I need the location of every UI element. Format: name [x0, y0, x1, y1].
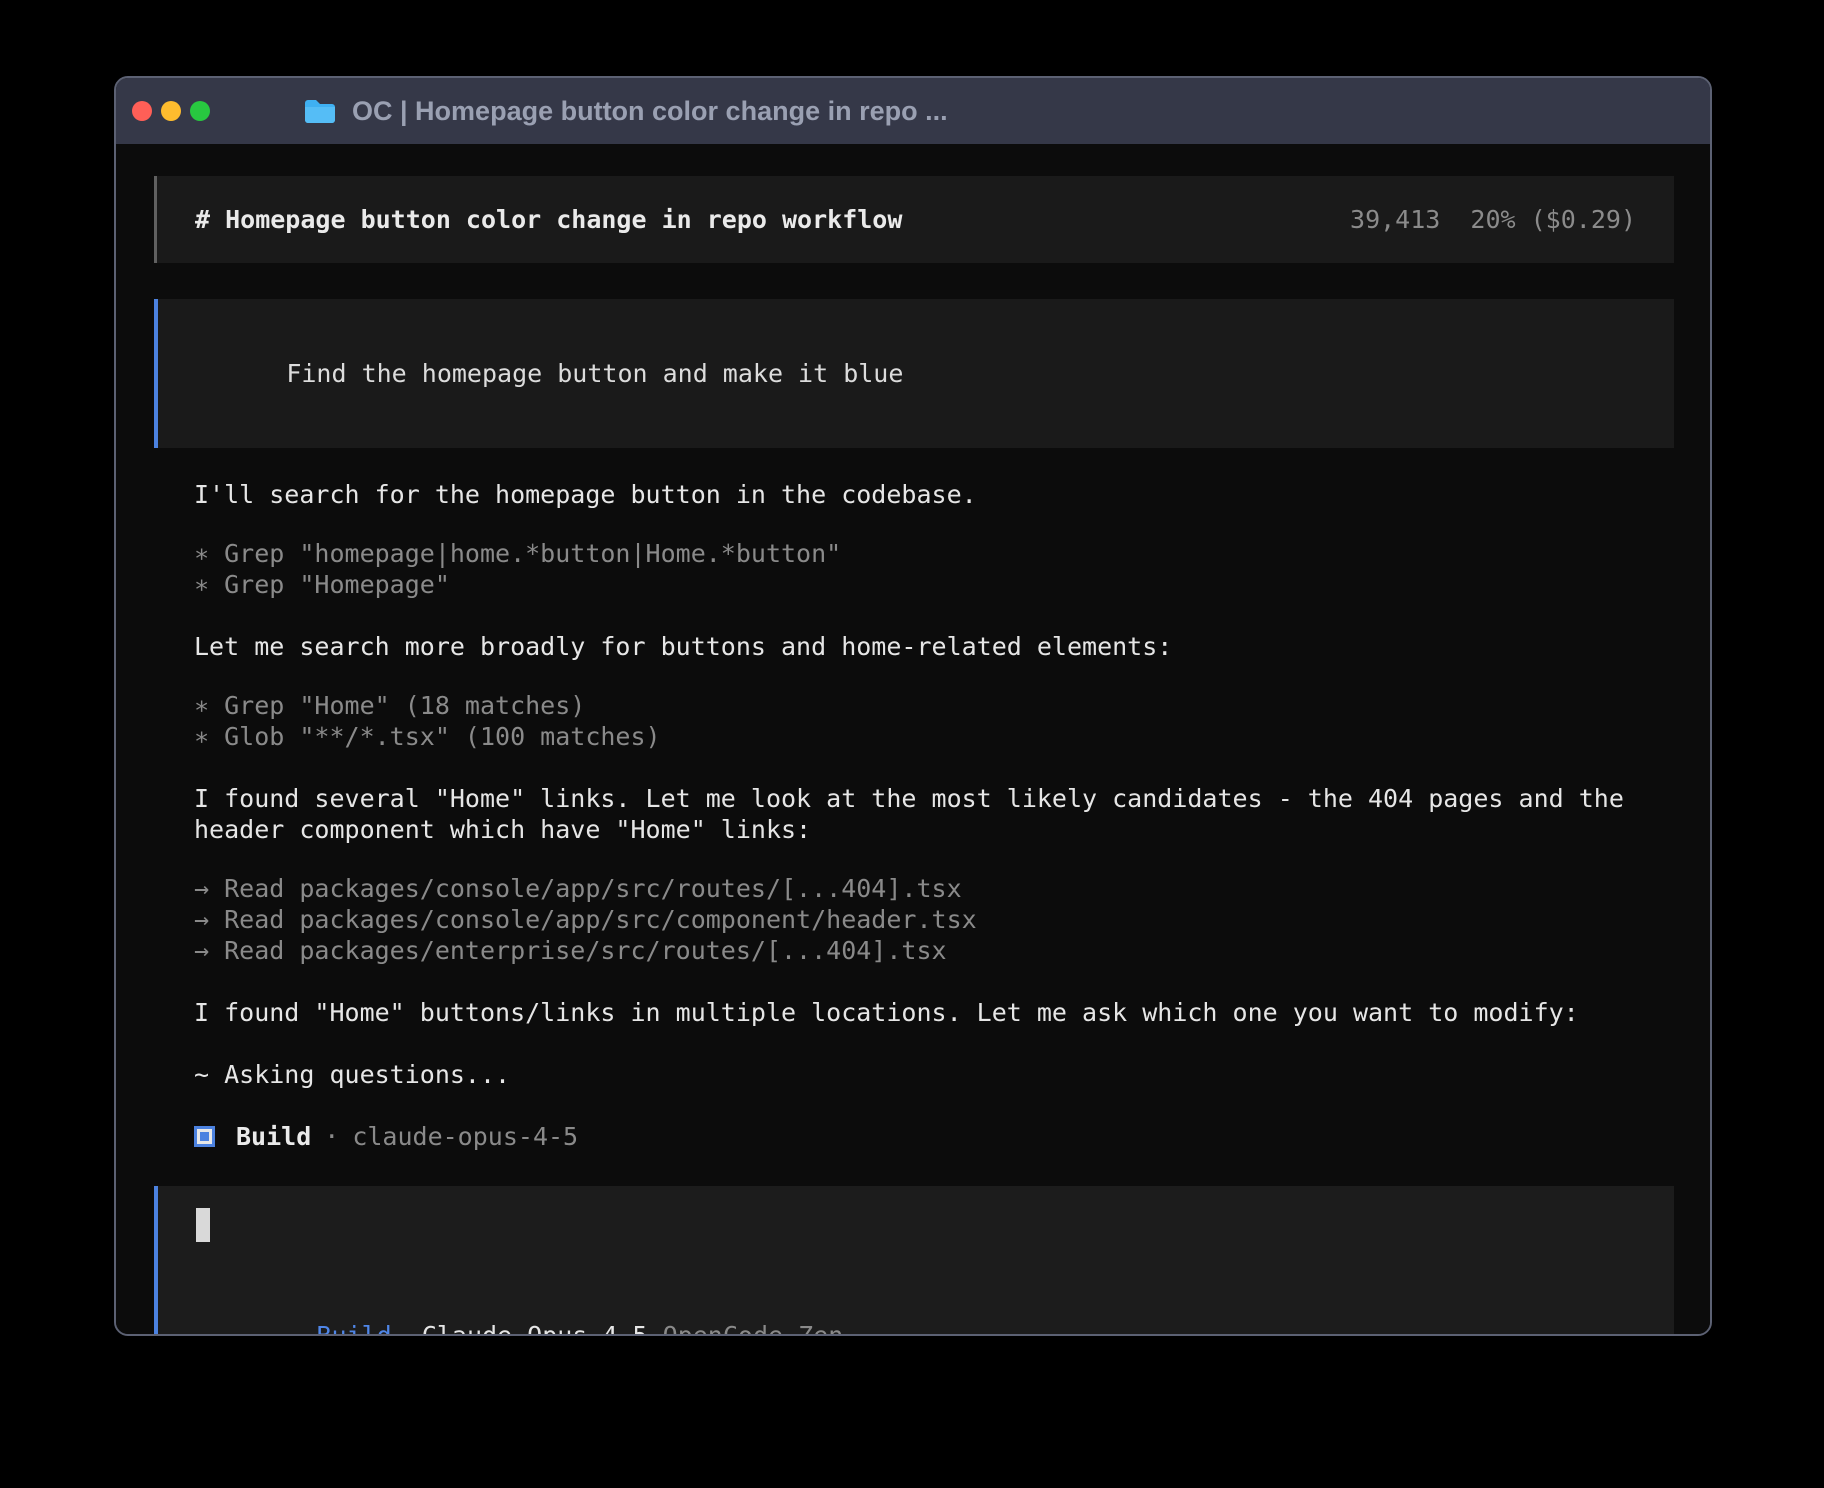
close-button[interactable] [132, 101, 152, 121]
zoom-button[interactable] [190, 101, 210, 121]
agent-name: Build [236, 1121, 311, 1152]
assistant-transcript: I'll search for the homepage button in t… [154, 448, 1674, 1152]
spacer [392, 1321, 422, 1336]
tool-call-read: → Read packages/console/app/src/componen… [194, 904, 1674, 935]
agent-separator: · [324, 1121, 339, 1152]
tool-call-glob: ∗ Glob "**/*.tsx" (100 matches) [194, 721, 1674, 752]
assistant-text: I found "Home" buttons/links in multiple… [194, 997, 1674, 1028]
assistant-working-status: ~ Asking questions... [194, 1059, 1674, 1090]
folder-icon [303, 98, 337, 125]
tool-call-group: ∗ Grep "Home" (18 matches) ∗ Glob "**/*.… [194, 690, 1674, 752]
spacer [648, 1321, 663, 1336]
input-meta-row: Build Claude Opus 4.5 OpenCode Zen [196, 1289, 1636, 1336]
tool-call-grep: ∗ Grep "Home" (18 matches) [194, 690, 1674, 721]
tool-call-group: ∗ Grep "homepage|home.*button|Home.*butt… [194, 538, 1674, 600]
text-cursor [196, 1208, 210, 1242]
window-title: OC | Homepage button color change in rep… [352, 96, 948, 127]
titlebar[interactable]: OC | Homepage button color change in rep… [116, 78, 1710, 144]
session-title: # Homepage button color change in repo w… [195, 204, 902, 235]
agent-model: claude-opus-4-5 [352, 1121, 578, 1152]
session-header: # Homepage button color change in repo w… [154, 176, 1674, 263]
input-agent-label[interactable]: Build [316, 1321, 391, 1336]
user-message-text: Find the homepage button and make it blu… [286, 359, 903, 388]
user-message: Find the homepage button and make it blu… [154, 299, 1674, 448]
tool-call-group: → Read packages/console/app/src/routes/[… [194, 873, 1674, 966]
assistant-text: I'll search for the homepage button in t… [194, 479, 1674, 510]
tool-call-grep: ∗ Grep "homepage|home.*button|Home.*butt… [194, 538, 1674, 569]
tool-call-read: → Read packages/enterprise/src/routes/[.… [194, 935, 1674, 966]
input-model-label[interactable]: Claude Opus 4.5 [422, 1321, 648, 1336]
input-provider-label: OpenCode Zen [663, 1321, 844, 1336]
assistant-text: I found several "Home" links. Let me loo… [194, 783, 1674, 845]
tool-call-grep: ∗ Grep "Homepage" [194, 569, 1674, 600]
terminal-window: OC | Homepage button color change in rep… [114, 76, 1712, 1336]
terminal-content: # Homepage button color change in repo w… [116, 144, 1710, 1336]
agent-build-icon [194, 1126, 215, 1147]
prompt-input[interactable]: Build Claude Opus 4.5 OpenCode Zen [154, 1186, 1674, 1336]
tool-call-read: → Read packages/console/app/src/routes/[… [194, 873, 1674, 904]
agent-attribution-row: Build · claude-opus-4-5 [194, 1121, 1674, 1152]
minimize-button[interactable] [161, 101, 181, 121]
assistant-text: Let me search more broadly for buttons a… [194, 631, 1674, 662]
session-token-stats: 39,413 20% ($0.29) [1350, 204, 1636, 235]
